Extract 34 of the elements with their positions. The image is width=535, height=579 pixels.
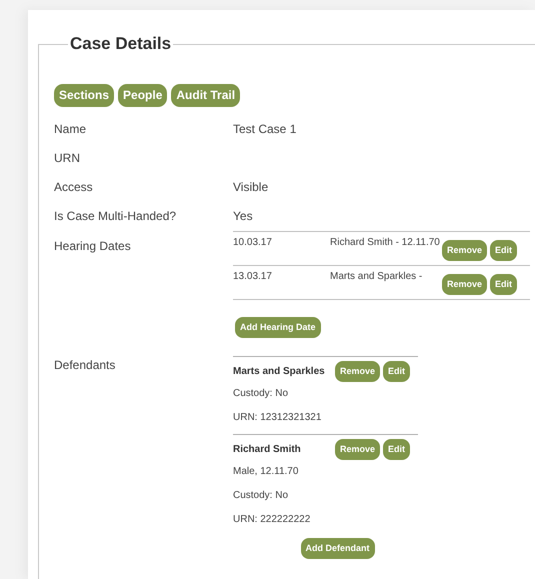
button[interactable]: Add Defendant xyxy=(300,538,374,559)
table-cell-text: Richard Smith - 12.11.70 xyxy=(330,236,441,250)
table-cell-text: 13.03.17 xyxy=(233,270,273,284)
defendant-detail: URN: 12312321321 xyxy=(233,411,322,425)
table-cell-text: Marts and Sparkles - xyxy=(330,270,424,284)
field-label: Name xyxy=(54,121,88,138)
button[interactable]: Edit xyxy=(383,361,410,382)
field-label: URN xyxy=(54,150,81,167)
defendant-name: Richard Smith xyxy=(233,442,302,456)
field-label: Defendants xyxy=(54,357,116,374)
field-label: Hearing Dates xyxy=(54,238,132,255)
button[interactable]: Remove xyxy=(442,274,488,295)
field-value: Test Case 1 xyxy=(233,121,298,138)
button[interactable]: People xyxy=(118,84,168,107)
section-title: Case Details xyxy=(69,34,172,54)
defendant-detail: Custody: No xyxy=(233,489,290,503)
field-label: Is Case Multi-Handed? xyxy=(54,208,178,225)
defendant-name: Marts and Sparkles xyxy=(233,364,326,378)
button[interactable]: Remove xyxy=(335,361,380,382)
button[interactable]: Edit xyxy=(490,240,518,261)
button[interactable]: Edit xyxy=(490,274,518,295)
button[interactable]: Remove xyxy=(335,439,380,460)
defendant-detail: Custody: No xyxy=(233,387,290,401)
field-value: Visible xyxy=(233,179,270,196)
button[interactable]: Audit Trail xyxy=(171,84,240,107)
button[interactable]: Edit xyxy=(383,439,410,460)
button[interactable]: Sections xyxy=(54,84,114,107)
field-value: Yes xyxy=(233,208,254,225)
defendant-detail: URN: 222222222 xyxy=(233,513,312,527)
field-label: Access xyxy=(54,179,94,196)
table-cell-text: 10.03.17 xyxy=(233,236,273,250)
button[interactable]: Add Hearing Date xyxy=(235,317,321,338)
defendant-detail: Male, 12.11.70 xyxy=(233,465,300,479)
button[interactable]: Remove xyxy=(442,240,488,261)
